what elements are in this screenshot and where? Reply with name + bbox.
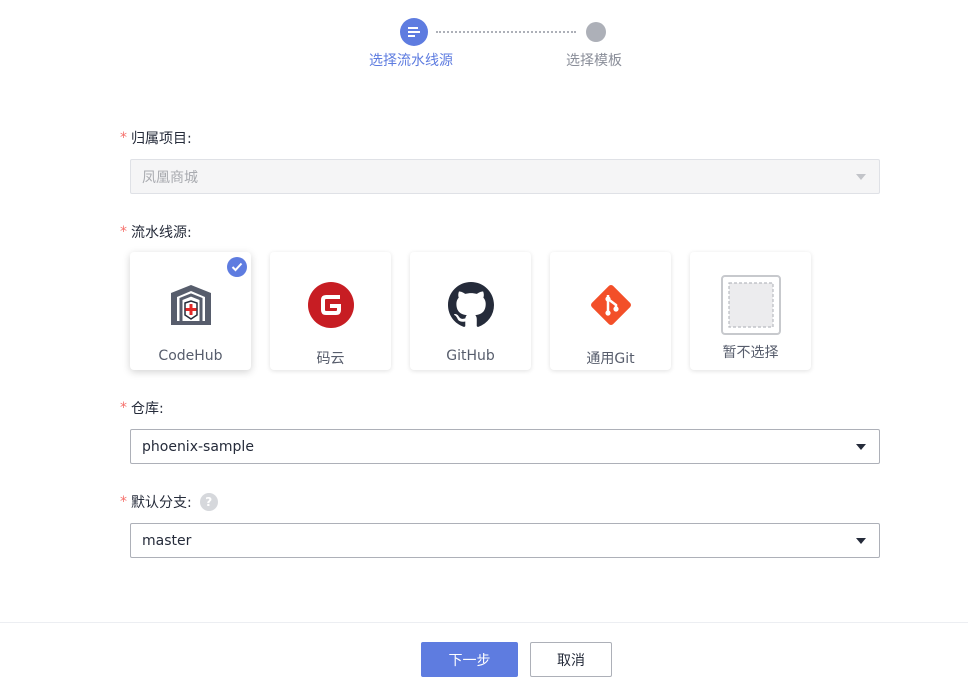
source-card-codehub[interactable]: CodeHub <box>130 252 251 370</box>
codehub-icon <box>166 280 216 330</box>
none-icon <box>720 274 782 336</box>
github-icon <box>446 280 496 330</box>
project-value: 凤凰商城 <box>142 169 198 186</box>
footer-bar: 下一步 取消 <box>0 622 968 685</box>
checkmark-icon <box>227 257 247 277</box>
required-star: * <box>120 494 127 510</box>
required-star: * <box>120 400 127 416</box>
source-options: CodeHub 码云 GitHub 通用Git 暂不选择 <box>130 252 811 370</box>
step-1-indicator <box>400 18 428 46</box>
step-2-indicator <box>586 22 606 42</box>
help-icon[interactable]: ? <box>199 493 218 511</box>
repo-select[interactable]: phoenix-sample <box>130 429 880 464</box>
stepper: 选择流水线源 选择模板 <box>0 18 968 78</box>
git-icon <box>586 280 636 330</box>
branch-select[interactable]: master <box>130 523 880 558</box>
source-card-git[interactable]: 通用Git <box>550 252 671 370</box>
step-connector <box>436 31 576 33</box>
source-label: * 流水线源: <box>120 224 192 241</box>
project-label: * 归属项目: <box>120 130 192 147</box>
chevron-down-icon <box>856 444 866 450</box>
next-step-button[interactable]: 下一步 <box>421 642 518 677</box>
branch-value: master <box>142 532 192 549</box>
source-card-github[interactable]: GitHub <box>410 252 531 370</box>
required-star: * <box>120 130 127 146</box>
repo-value: phoenix-sample <box>142 438 254 455</box>
source-card-none[interactable]: 暂不选择 <box>690 252 811 370</box>
source-card-gitee[interactable]: 码云 <box>270 252 391 370</box>
chevron-down-icon <box>856 174 866 180</box>
repo-label: * 仓库: <box>120 400 164 417</box>
branch-label: * 默认分支: ? <box>120 492 218 512</box>
project-select: 凤凰商城 <box>130 159 880 194</box>
required-star: * <box>120 224 127 240</box>
list-icon <box>408 27 420 37</box>
chevron-down-icon <box>856 538 866 544</box>
step-2-label: 选择模板 <box>566 53 622 69</box>
step-1-label: 选择流水线源 <box>369 53 453 69</box>
cancel-button[interactable]: 取消 <box>530 642 612 677</box>
gitee-icon <box>306 280 356 330</box>
